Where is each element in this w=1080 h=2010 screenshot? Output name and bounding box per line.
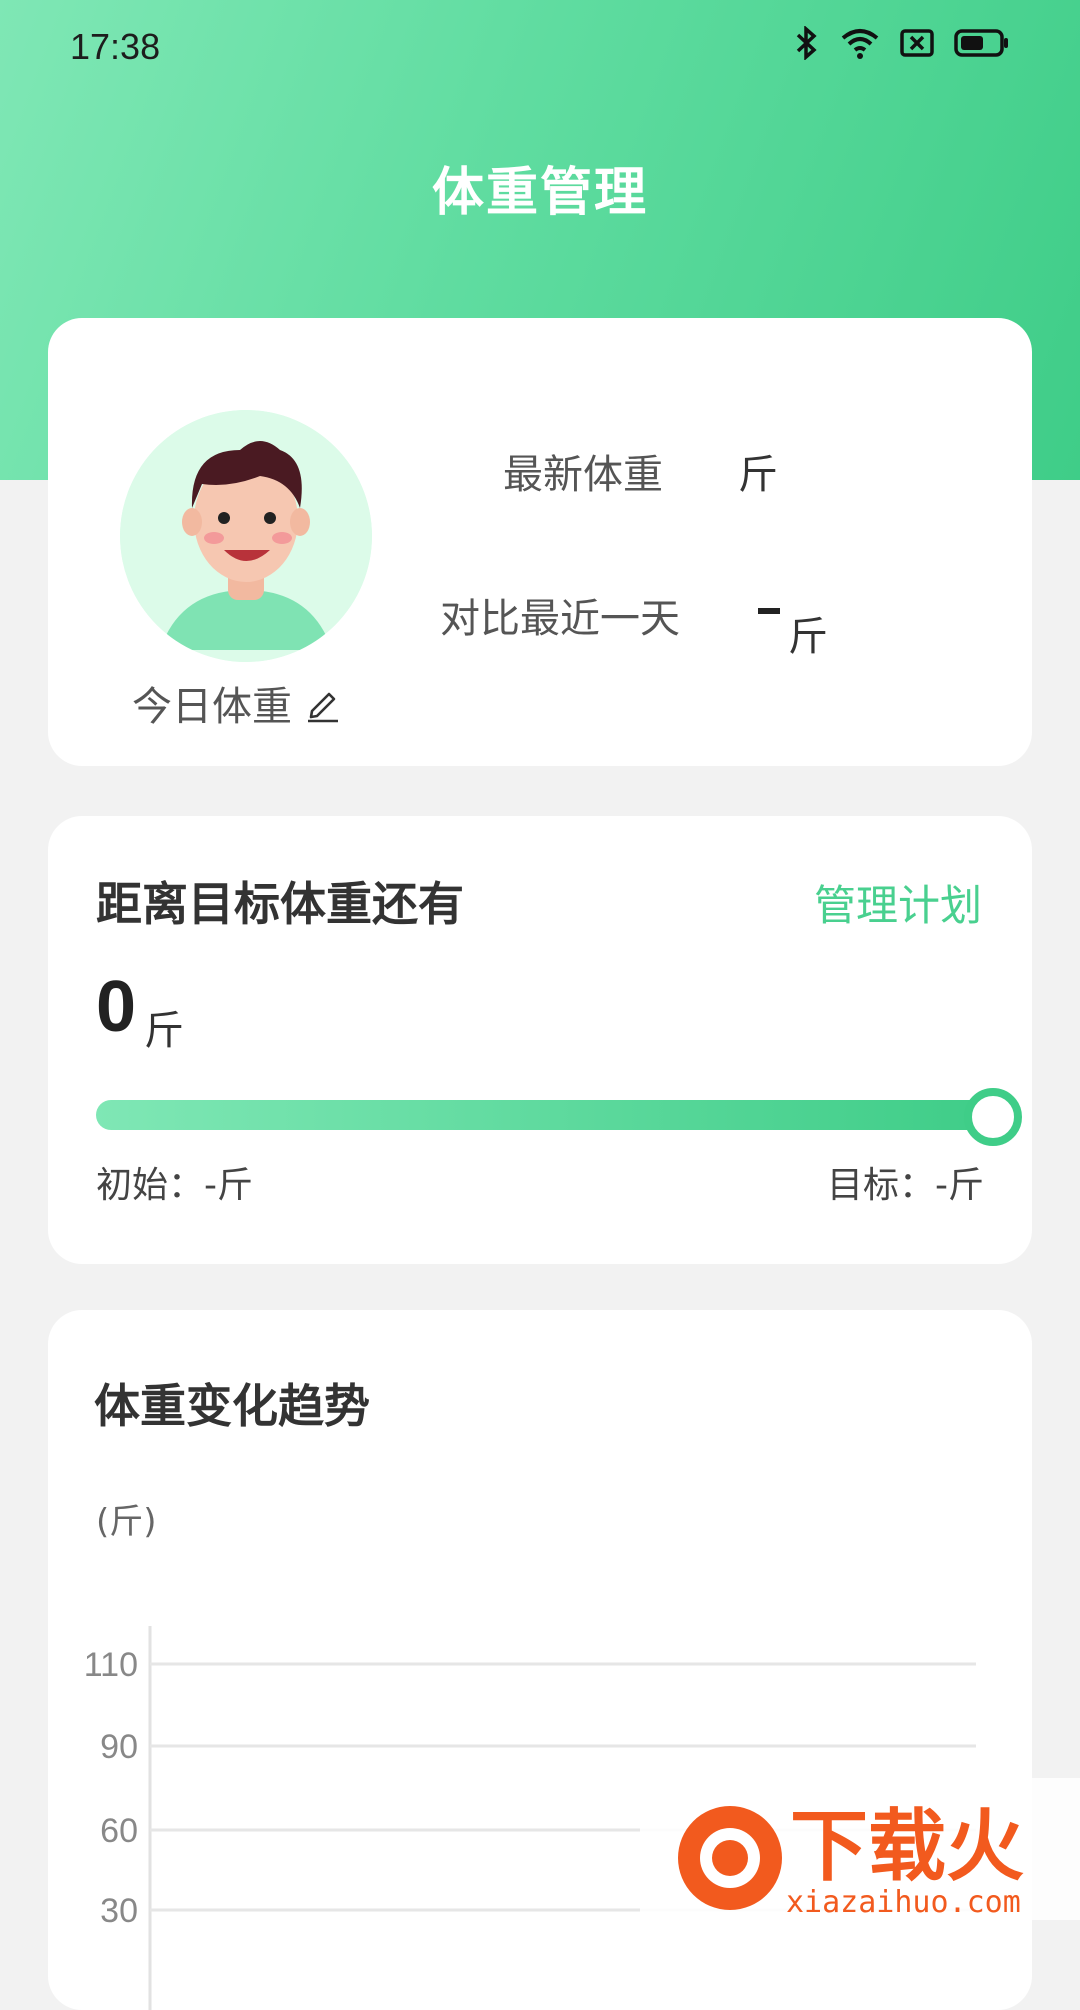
trend-title: 体重变化趋势 xyxy=(94,1379,370,1433)
page-title: 体重管理 xyxy=(431,163,648,223)
status-bar: 17:38 xyxy=(0,0,1080,96)
battery-icon xyxy=(954,29,1008,57)
remaining-value: 0 xyxy=(96,967,137,1047)
y-tick-label: 60 xyxy=(100,1812,138,1850)
manage-plan-link[interactable]: 管理计划 xyxy=(814,872,982,933)
avatar-illustration xyxy=(120,410,372,662)
target-weight: 目标：-斤 xyxy=(827,1165,984,1206)
watermark-logo: 下载火 xiazaihuo.com xyxy=(678,1802,1024,1920)
initial-weight: 初始：-斤 xyxy=(96,1165,253,1206)
latest-weight-unit: 斤 xyxy=(738,452,778,498)
remaining-unit: 斤 xyxy=(144,1008,184,1054)
watermark-text: 下载火 xyxy=(790,1802,1024,1892)
compare-unit: 斤 xyxy=(788,614,828,660)
today-weight-entry[interactable]: 今日体重 xyxy=(132,674,342,732)
goal-card: 距离目标体重还有 管理计划 0 斤 初始：-斤 目标：-斤 xyxy=(48,816,1032,1264)
y-tick-label: 30 xyxy=(100,1892,138,1930)
compare-label: 对比最近一天 xyxy=(440,596,680,642)
weight-summary-card: 今日体重 最新体重 斤 对比最近一天 斤 xyxy=(48,318,1032,766)
chart-unit-label: (斤) xyxy=(96,1502,157,1542)
sim-x-icon xyxy=(900,29,934,57)
status-icons xyxy=(794,26,1010,60)
status-time: 17:38 xyxy=(70,26,161,67)
y-tick-label: 90 xyxy=(100,1728,138,1766)
goal-title: 距离目标体重还有 xyxy=(96,877,464,931)
y-tick-label: 110 xyxy=(84,1646,138,1684)
watermark: 下载火 xiazaihuo.com xyxy=(640,1778,1080,1920)
goal-progress-knob xyxy=(964,1088,1022,1146)
bluetooth-icon xyxy=(796,26,817,60)
goal-progress-bar xyxy=(96,1100,992,1130)
latest-weight-label: 最新体重 xyxy=(503,452,663,498)
compare-value-dash xyxy=(758,608,780,614)
avatar xyxy=(120,410,372,662)
watermark-url: xiazaihuo.com xyxy=(786,1885,1021,1920)
wifi-icon xyxy=(841,29,879,59)
edit-icon[interactable] xyxy=(302,683,342,723)
today-weight-label: 今日体重 xyxy=(132,684,292,730)
